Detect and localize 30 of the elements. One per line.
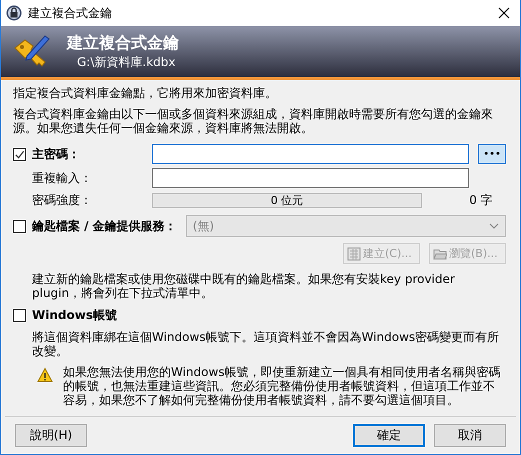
- intro-text: 指定複合式資料庫金鑰點，它將用來加密資料庫。: [13, 86, 278, 100]
- repeat-password-field[interactable]: [152, 168, 470, 188]
- windows-account-label: Windows帳號: [32, 307, 117, 324]
- show-password-button[interactable]: •••: [478, 144, 506, 164]
- ok-button[interactable]: 確定: [353, 424, 425, 447]
- password-field[interactable]: [152, 144, 470, 164]
- help-button[interactable]: 說明(H): [15, 424, 87, 447]
- master-password-checkbox[interactable]: [13, 148, 26, 160]
- cancel-button[interactable]: 取消: [434, 424, 506, 447]
- windows-account-note: 將這個資料庫綁在這個Windows帳號下。這項資料並不會因為Windows密碼變更而有所改變。: [31, 330, 500, 358]
- folder-icon: [433, 246, 447, 260]
- banner-title: 建立複合式金鑰: [67, 32, 179, 54]
- strength-label: 密碼強度：: [31, 192, 93, 209]
- master-password-label: 主密碼：: [32, 146, 80, 162]
- warning-text: 如果您無法使用您的Windows帳號，即使重新建立一個具有相同使用者名稱與密碼的帳號，也無法重建這些資訊。您必須完整備份使用者帳號資料，但這項工作並不容易，如果您不了解如何完整備份使用者帳號資料，請不要勾選這個項目。: [63, 365, 502, 407]
- key-file-note: 建立新的鑰匙檔案或使用您磁碟中既有的鑰匙檔案。如果您有安裝key provider plugin，將會列在下拉式清單中。: [31, 272, 456, 300]
- file-path: G:\新資料庫.kdbx: [76, 54, 176, 70]
- grid-icon: [347, 246, 361, 260]
- repeat-password-label: 重複輸入：: [31, 170, 93, 186]
- key-file-checkbox[interactable]: [13, 220, 26, 232]
- warning-icon: [37, 367, 53, 383]
- description-text: 複合式資料庫金鑰由以下一個或多個資料來源組成，資料庫開啟時需要所有您勾選的金鑰來源。如果您遺失任何一個金鑰來源，資料庫將無法開啟。: [13, 107, 494, 135]
- character-count: 0 字: [468, 192, 494, 209]
- close-icon[interactable]: [498, 7, 510, 19]
- caret-icon: [489, 223, 499, 229]
- lock-icon: [6, 5, 22, 21]
- strength-reading: 0 位元: [270, 194, 304, 206]
- window-title: 建立複合式金鑰: [28, 4, 112, 22]
- key-file-label: 鑰匙檔案 / 金鑰提供服務：: [32, 218, 177, 234]
- windows-account-checkbox[interactable]: [13, 309, 26, 322]
